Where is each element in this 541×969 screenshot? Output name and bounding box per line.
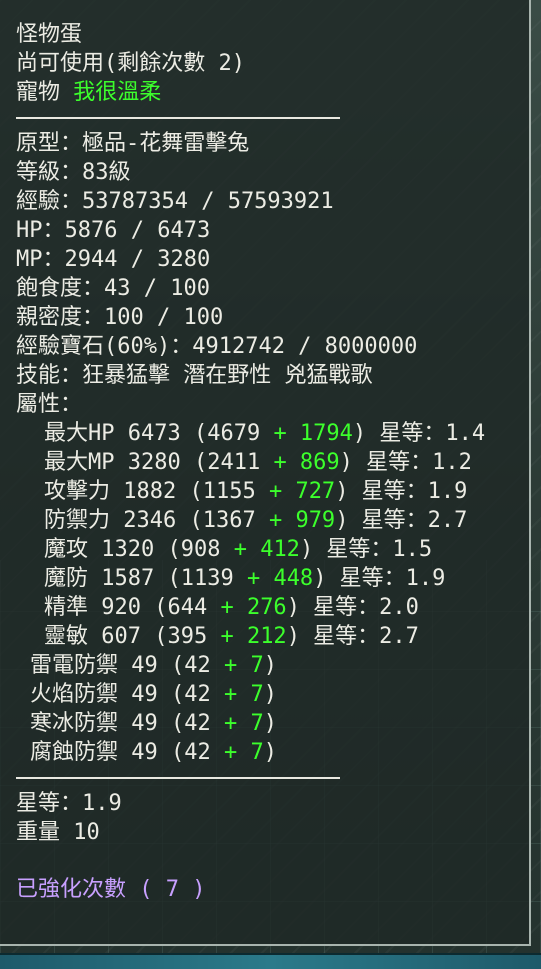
pet-name: 我很溫柔 bbox=[73, 80, 162, 105]
stat-satiety: 飽食度：43 / 100 bbox=[16, 276, 210, 301]
item-tooltip: 怪物蛋 尚可使用(剩餘次數 2) 寵物 我很溫柔 原型：極品-花舞雷擊兔 等級：… bbox=[0, 0, 531, 946]
attribute-row: 防禦力 2346 (1367 + 979) 星等：2.7 bbox=[44, 508, 468, 533]
attribute-row: 精準 920 (644 + 276) 星等：2.0 bbox=[44, 595, 419, 620]
stat-intimacy: 親密度：100 / 100 bbox=[16, 305, 224, 330]
attribute-row: 攻擊力 1882 (1155 + 727) 星等：1.9 bbox=[44, 479, 468, 504]
game-screen: 怪物蛋 尚可使用(剩餘次數 2) 寵物 我很溫柔 原型：極品-花舞雷擊兔 等級：… bbox=[0, 0, 541, 969]
item-usage: 尚可使用(剩餘次數 2) bbox=[16, 51, 245, 76]
attribute-row: 最大HP 6473 (4679 + 1794) 星等：1.4 bbox=[44, 421, 486, 446]
stat-exp: 經驗：53787354 / 57593921 bbox=[16, 189, 334, 214]
star-rank: 星等：1.9 bbox=[16, 791, 122, 816]
item-name: 怪物蛋 bbox=[16, 22, 83, 47]
bottom-hotbar bbox=[0, 953, 541, 969]
resistance-row: 雷電防禦 49 (42 + 7) bbox=[30, 653, 277, 678]
stat-mp: MP：2944 / 3280 bbox=[16, 247, 211, 272]
attributes-label: 屬性： bbox=[16, 392, 83, 417]
divider bbox=[16, 117, 340, 119]
resistance-row: 腐蝕防禦 49 (42 + 7) bbox=[30, 740, 277, 765]
stat-exp-gem: 經驗寶石(60%)：4912742 / 8000000 bbox=[16, 334, 418, 359]
stat-prototype: 原型：極品-花舞雷擊兔 bbox=[16, 131, 250, 156]
stat-level: 等級：83級 bbox=[16, 160, 131, 185]
stat-hp: HP：5876 / 6473 bbox=[16, 218, 211, 243]
stat-skills: 技能：狂暴猛擊 潛在野性 兇猛戰歌 bbox=[16, 363, 373, 388]
resistance-row: 寒冰防禦 49 (42 + 7) bbox=[30, 711, 277, 736]
attribute-row: 魔防 1587 (1139 + 448) 星等：1.9 bbox=[44, 566, 446, 591]
resistance-row: 火焰防禦 49 (42 + 7) bbox=[30, 682, 277, 707]
pet-line: 寵物 我很溫柔 bbox=[0, 78, 529, 107]
enhance-count: 已強化次數 ( 7 ) bbox=[16, 877, 206, 902]
item-weight: 重量 10 bbox=[16, 820, 100, 845]
attribute-row: 靈敏 607 (395 + 212) 星等：2.7 bbox=[44, 624, 419, 649]
attribute-row: 魔攻 1320 (908 + 412) 星等：1.5 bbox=[44, 537, 433, 562]
divider bbox=[16, 777, 340, 779]
attribute-row: 最大MP 3280 (2411 + 869) 星等：1.2 bbox=[44, 450, 472, 475]
pet-label: 寵物 bbox=[16, 80, 61, 105]
